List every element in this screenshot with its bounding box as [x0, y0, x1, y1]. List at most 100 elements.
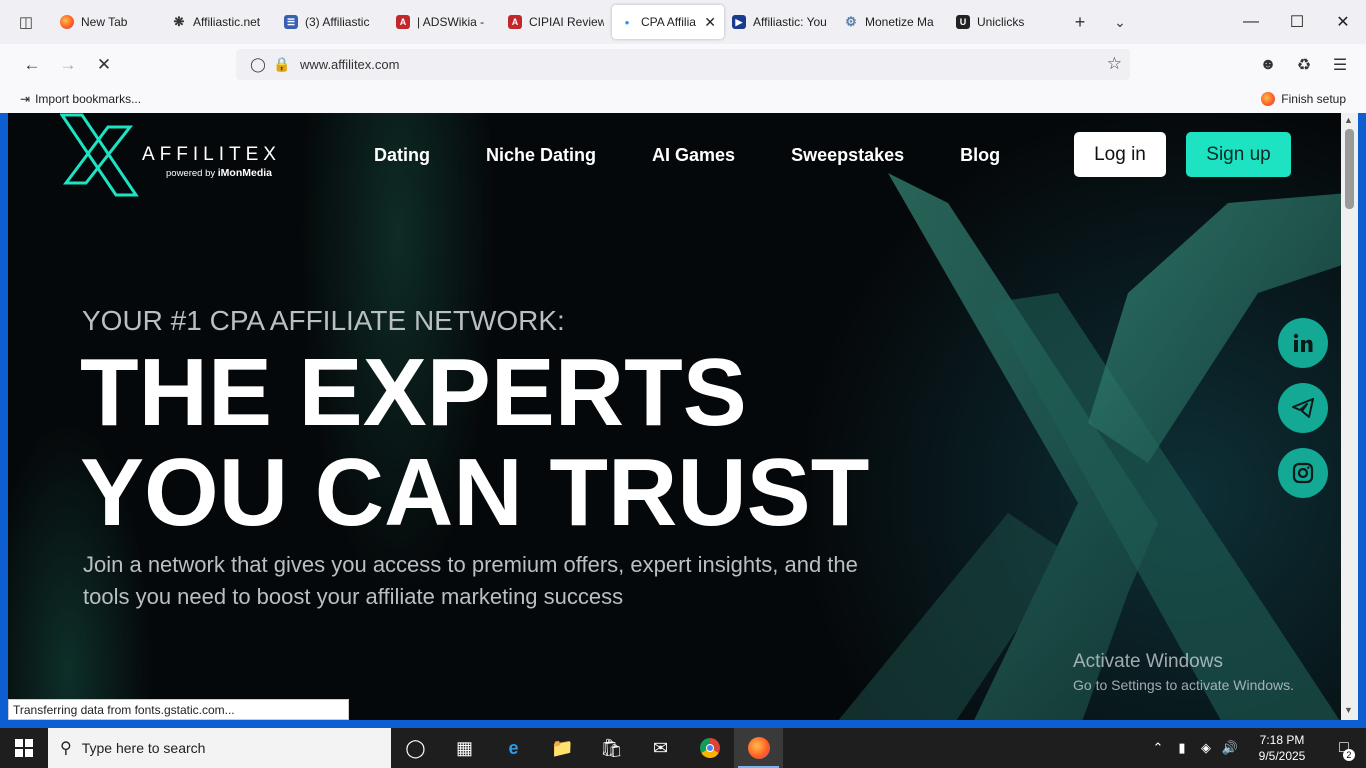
signup-button[interactable]: Sign up	[1186, 132, 1291, 177]
notification-icon: □ 2	[1339, 739, 1355, 761]
navigation-toolbar: ← → ✕ ◯ 🔒 www.affilitex.com ☆ ☻ ♻ ☰	[0, 44, 1366, 86]
address-bar[interactable]: ◯ 🔒 www.affilitex.com ☆	[236, 49, 1130, 80]
site-nav-menu: Dating Niche Dating AI Games Sweepstakes Blo…	[374, 145, 1056, 166]
windows-logo-icon	[15, 739, 33, 757]
tab-label: Affiliastic: You	[753, 15, 827, 29]
clock-date: 9/5/2025	[1258, 749, 1306, 763]
new-tab-button[interactable]: +	[1060, 0, 1100, 44]
import-icon: ⇥	[20, 92, 31, 106]
back-button[interactable]: ←	[14, 47, 50, 83]
mail-icon[interactable]: ✉	[636, 728, 685, 768]
search-icon: ⚲	[60, 740, 72, 757]
u-logo-icon: U	[956, 15, 970, 29]
system-tray: ⌃ ▮ ◈ 🔊 7:18 PM 9/5/2025 □ 2	[1146, 728, 1366, 768]
volume-icon[interactable]: 🔊	[1218, 740, 1242, 756]
extensions-icon[interactable]: ♻	[1286, 47, 1322, 83]
chrome-icon[interactable]	[685, 728, 734, 768]
hero-subtitle: Join a network that gives you access to …	[83, 552, 858, 609]
notification-count: 2	[1342, 749, 1355, 761]
telegram-button[interactable]	[1278, 383, 1328, 433]
file-explorer-icon[interactable]: 📁	[538, 728, 587, 768]
tab-bar: ◫ New Tab ❋ Affiliastic.net ☰ (3) Affiliasti…	[0, 0, 1366, 44]
store-icon[interactable]: 🛍	[587, 728, 636, 768]
lock-icon[interactable]: 🔒	[270, 56, 294, 73]
browser-tab[interactable]: ☰ (3) Affiliastic	[276, 5, 388, 39]
stack-icon: ☰	[284, 15, 298, 29]
tab-label: | ADSWikia -	[417, 15, 485, 29]
hero-heading-line-1: THE EXPERTS	[80, 339, 747, 446]
task-view-icon[interactable]: ▦	[440, 728, 489, 768]
browser-tab[interactable]: A CIPIAI Review	[500, 5, 612, 39]
url-text[interactable]: www.affilitex.com	[300, 57, 399, 72]
nav-link[interactable]: Blog	[960, 145, 1000, 166]
telegram-icon	[1292, 398, 1314, 418]
nav-link[interactable]: AI Games	[652, 145, 735, 166]
minimize-button[interactable]: —	[1228, 0, 1274, 44]
list-all-tabs-icon[interactable]: ⌄	[1100, 0, 1140, 44]
firefox-taskbar-icon[interactable]	[734, 728, 783, 768]
search-placeholder: Type here to search	[81, 740, 206, 756]
tab-label: Monetize Ma	[865, 15, 934, 29]
action-center-button[interactable]: □ 2	[1322, 739, 1366, 761]
bookmark-star-icon[interactable]: ☆	[1107, 54, 1122, 74]
linkedin-button[interactable]	[1278, 318, 1328, 368]
start-button[interactable]	[0, 728, 48, 768]
account-icon[interactable]: ☻	[1250, 47, 1286, 83]
browser-tab[interactable]: New Tab	[52, 5, 164, 39]
flag-icon: ▶	[732, 15, 746, 29]
hero-heading: THE EXPERTS YOU CAN TRUST	[80, 343, 869, 543]
close-tab-icon[interactable]: ✕	[704, 14, 716, 31]
maximize-button[interactable]: ☐	[1274, 0, 1320, 44]
instagram-button[interactable]	[1278, 448, 1328, 498]
cortana-icon[interactable]: ◯	[391, 728, 440, 768]
taskbar-clock[interactable]: 7:18 PM 9/5/2025	[1242, 732, 1322, 764]
openai-icon: ❋	[173, 14, 185, 29]
browser-tab[interactable]: ⚙ Monetize Ma	[836, 5, 948, 39]
tab-label: (3) Affiliastic	[305, 15, 370, 29]
a-logo-icon: A	[508, 15, 522, 29]
import-bookmarks-button[interactable]: ⇥ Import bookmarks...	[20, 92, 141, 106]
browser-tab[interactable]: ▶ Affiliastic: You	[724, 5, 836, 39]
a-logo-icon: A	[396, 15, 410, 29]
close-window-button[interactable]: ✕	[1320, 0, 1366, 44]
browser-tab[interactable]: A | ADSWikia -	[388, 5, 500, 39]
instagram-icon	[1292, 462, 1314, 484]
logo-powered-by: powered by iMonMedia	[166, 167, 272, 179]
menu-icon[interactable]: ☰	[1322, 47, 1358, 83]
powered-by-brand: iMonMedia	[217, 167, 273, 179]
page-scrollbar[interactable]: ▲ ▼	[1341, 113, 1358, 720]
browser-tab[interactable]: U Uniclicks	[948, 5, 1060, 39]
taskbar-search-box[interactable]: ⚲ Type here to search	[48, 728, 391, 768]
bookmarks-toolbar: ⇥ Import bookmarks... Finish setup	[0, 86, 1366, 113]
battery-icon[interactable]: ▮	[1170, 740, 1194, 756]
tab-label: CPA Affilia	[641, 15, 696, 29]
scrollbar-thumb[interactable]	[1345, 129, 1354, 209]
wifi-icon[interactable]: ◈	[1194, 740, 1218, 756]
scroll-down-icon[interactable]: ▼	[1344, 705, 1353, 715]
site-logo[interactable]: AFFILITEX powered by iMonMedia	[60, 113, 290, 197]
web-page: AFFILITEX powered by iMonMedia Dating Nic…	[8, 113, 1341, 720]
watermark-line-2: Go to Settings to activate Windows.	[1073, 677, 1294, 693]
show-hidden-icons-icon[interactable]: ⌃	[1146, 740, 1170, 756]
login-button[interactable]: Log in	[1074, 132, 1166, 177]
edge-icon[interactable]: e	[489, 728, 538, 768]
powered-by-text: powered by	[166, 168, 216, 179]
window-controls: — ☐ ✕	[1228, 0, 1366, 44]
finish-setup-button[interactable]: Finish setup	[1261, 92, 1346, 106]
dot-icon: ●	[624, 17, 630, 27]
shield-icon[interactable]: ◯	[246, 56, 270, 73]
scroll-up-icon[interactable]: ▲	[1344, 115, 1353, 125]
activate-windows-watermark: Activate Windows Go to Settings to activ…	[1073, 651, 1294, 693]
forward-button[interactable]: →	[50, 47, 86, 83]
nav-link[interactable]: Niche Dating	[486, 145, 596, 166]
browser-tab[interactable]: ❋ Affiliastic.net	[164, 5, 276, 39]
tab-overview-icon[interactable]: ◫	[0, 0, 52, 44]
browser-tab[interactable]: ● CPA Affilia ✕	[612, 5, 724, 39]
nav-link[interactable]: Dating	[374, 145, 430, 166]
nav-link[interactable]: Sweepstakes	[791, 145, 904, 166]
firefox-icon	[60, 15, 74, 29]
clock-time: 7:18 PM	[1259, 733, 1305, 747]
stop-loading-button[interactable]: ✕	[86, 47, 122, 83]
firefox-icon	[1261, 92, 1276, 106]
import-bookmarks-label: Import bookmarks...	[35, 92, 142, 106]
